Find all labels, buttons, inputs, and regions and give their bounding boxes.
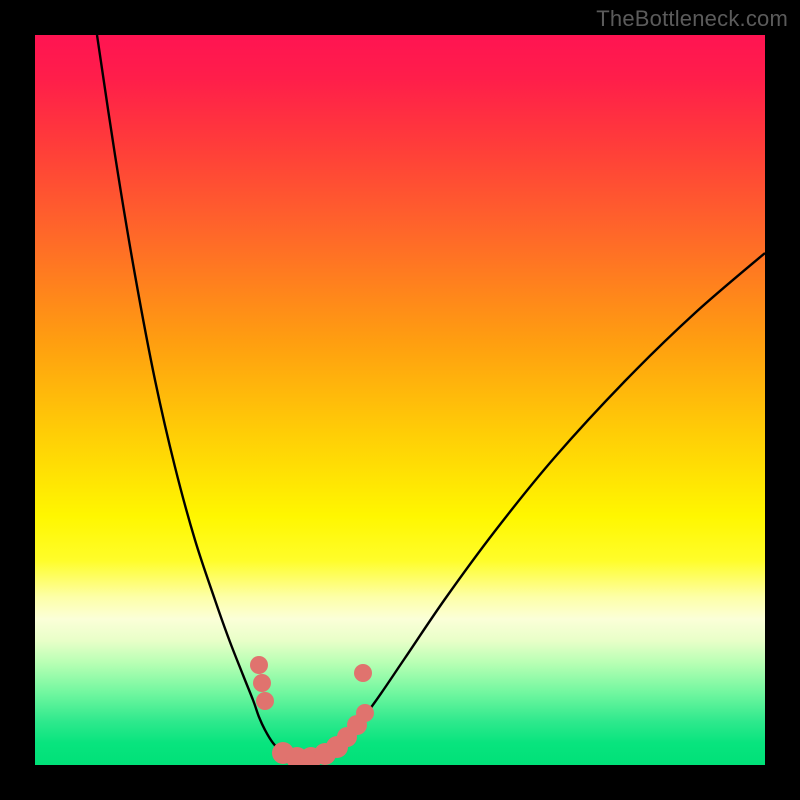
dot — [256, 692, 274, 710]
watermark-text: TheBottleneck.com — [596, 6, 788, 32]
curve-left — [97, 35, 300, 761]
bottleneck-dots — [250, 656, 374, 765]
plot-area — [35, 35, 765, 765]
curve-svg — [35, 35, 765, 765]
chart-frame: TheBottleneck.com — [0, 0, 800, 800]
dot — [253, 674, 271, 692]
dot — [250, 656, 268, 674]
dot — [356, 704, 374, 722]
curve-right — [300, 253, 765, 761]
dot — [354, 664, 372, 682]
